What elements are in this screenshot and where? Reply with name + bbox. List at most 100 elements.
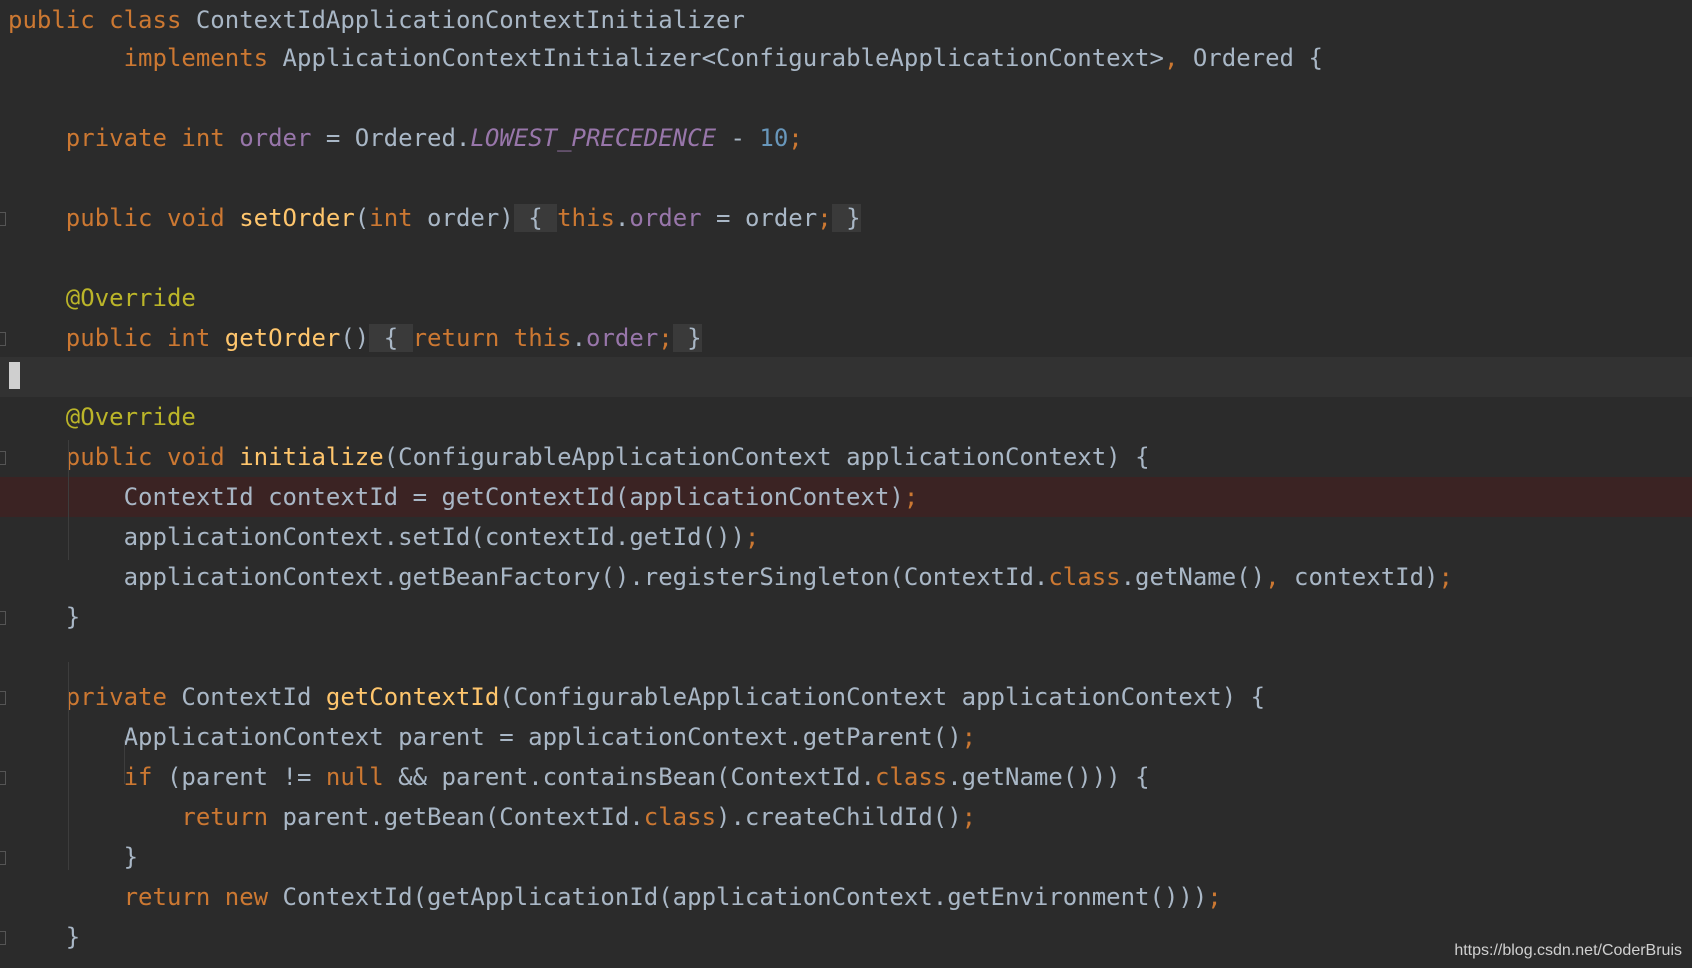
keyword-token: int bbox=[181, 124, 240, 152]
code-line[interactable] bbox=[0, 158, 1692, 198]
fold-toggle-icon[interactable] bbox=[0, 691, 6, 705]
code-token: } bbox=[8, 843, 139, 871]
keyword-token: class bbox=[874, 763, 948, 791]
code-line[interactable]: ContextId contextId = getContextId(appli… bbox=[0, 477, 1692, 517]
keyword-token: return bbox=[181, 803, 283, 831]
code-token: applicationContext.getBeanFactory().regi… bbox=[8, 563, 1049, 591]
keyword-token: class bbox=[109, 6, 196, 34]
keyword-token: ; bbox=[1207, 883, 1222, 911]
field-token: order bbox=[629, 204, 702, 232]
code-line[interactable]: public void setOrder(int order) { this.o… bbox=[0, 198, 1692, 238]
field-token: order bbox=[586, 324, 659, 352]
code-line[interactable]: ApplicationContext parent = applicationC… bbox=[0, 717, 1692, 757]
keyword-token: ; bbox=[961, 723, 977, 751]
fold-toggle-icon[interactable] bbox=[0, 332, 6, 346]
code-line[interactable]: implements ApplicationContextInitializer… bbox=[0, 38, 1692, 78]
code-token: && parent.containsBean(ContextId. bbox=[398, 763, 875, 791]
code-line[interactable]: @Override bbox=[0, 278, 1692, 318]
fold-toggle-icon[interactable] bbox=[0, 851, 6, 865]
code-line[interactable]: @Override bbox=[0, 397, 1692, 437]
annotation-token: @Override bbox=[65, 284, 196, 312]
folded-region-token[interactable]: { bbox=[369, 324, 413, 352]
keyword-token: public bbox=[65, 324, 167, 352]
code-line-text: public void initialize(ConfigurableAppli… bbox=[8, 437, 1150, 477]
fold-toggle-icon[interactable] bbox=[0, 212, 6, 226]
fold-toggle-icon[interactable] bbox=[0, 931, 6, 945]
code-line[interactable]: applicationContext.getBeanFactory().regi… bbox=[0, 557, 1692, 597]
keyword-token: ; bbox=[817, 204, 832, 232]
code-line-text: applicationContext.getBeanFactory().regi… bbox=[8, 557, 1453, 597]
code-line[interactable]: private int order = Ordered.LOWEST_PRECE… bbox=[0, 118, 1692, 158]
keyword-token: class bbox=[1048, 563, 1121, 591]
keyword-token: implements bbox=[123, 44, 283, 72]
folded-region-token[interactable]: } bbox=[831, 204, 861, 232]
code-line[interactable]: if (parent != null && parent.containsBea… bbox=[0, 757, 1692, 797]
code-line[interactable]: applicationContext.setId(contextId.getId… bbox=[0, 517, 1692, 557]
code-token: (ConfigurableApplicationContext applicat… bbox=[383, 443, 1150, 471]
code-line[interactable]: } bbox=[0, 917, 1692, 957]
code-line-text: public void setOrder(int order) { this.o… bbox=[8, 198, 861, 238]
code-token: = Ordered. bbox=[311, 124, 471, 152]
code-line[interactable] bbox=[0, 78, 1692, 118]
method-name-token: initialize bbox=[239, 443, 384, 471]
code-line[interactable]: } bbox=[0, 597, 1692, 637]
code-line-text: @Override bbox=[8, 278, 196, 318]
code-line[interactable] bbox=[0, 357, 1692, 397]
keyword-token: return new bbox=[123, 883, 283, 911]
code-token: (parent != bbox=[166, 763, 326, 791]
keyword-token: null bbox=[325, 763, 399, 791]
code-line[interactable]: return parent.getBean(ContextId.class).c… bbox=[0, 797, 1692, 837]
code-line[interactable]: public int getOrder() { return this.orde… bbox=[0, 318, 1692, 358]
keyword-token: , bbox=[1265, 563, 1294, 591]
code-line[interactable] bbox=[0, 238, 1692, 278]
keyword-token: ; bbox=[744, 523, 760, 551]
code-editor[interactable]: public class ContextIdApplicationContext… bbox=[0, 0, 1692, 968]
keyword-token: ; bbox=[903, 483, 919, 511]
keyword-token: void bbox=[166, 443, 240, 471]
keyword-token: ; bbox=[961, 803, 977, 831]
keyword-token: this bbox=[513, 324, 572, 352]
code-line[interactable]: return new ContextId(getApplicationId(ap… bbox=[0, 877, 1692, 917]
code-line[interactable]: public void initialize(ConfigurableAppli… bbox=[0, 437, 1692, 477]
code-line-text: ApplicationContext parent = applicationC… bbox=[8, 717, 977, 757]
code-line-text: public int getOrder() { return this.orde… bbox=[8, 318, 702, 358]
code-line-text: applicationContext.setId(contextId.getId… bbox=[8, 517, 760, 557]
fold-toggle-icon[interactable] bbox=[0, 451, 6, 465]
keyword-token: void bbox=[166, 204, 240, 232]
keyword-token: ; bbox=[658, 324, 673, 352]
code-line[interactable]: } bbox=[0, 837, 1692, 877]
watermark: https://blog.csdn.net/CoderBruis bbox=[1454, 942, 1682, 959]
code-line-text: private ContextId getContextId(Configura… bbox=[8, 677, 1265, 717]
number-token: 10 bbox=[759, 124, 789, 152]
code-token: = order bbox=[701, 204, 818, 232]
code-line[interactable] bbox=[0, 637, 1692, 677]
keyword-token: public bbox=[8, 6, 110, 34]
code-token: } bbox=[8, 603, 81, 631]
keyword-token: return bbox=[412, 324, 514, 352]
code-token: order) bbox=[427, 204, 514, 232]
code-token: Ordered { bbox=[1192, 44, 1323, 72]
indent-guide bbox=[68, 440, 69, 560]
code-line-text: return parent.getBean(ContextId.class).c… bbox=[8, 797, 976, 837]
code-token: ( bbox=[354, 204, 370, 232]
fold-toggle-icon[interactable] bbox=[0, 771, 6, 785]
code-line-text: } bbox=[8, 837, 138, 877]
method-name-token: getContextId bbox=[325, 683, 500, 711]
folded-region-token[interactable]: } bbox=[672, 324, 702, 352]
code-token: ).createChildId() bbox=[716, 803, 962, 831]
code-token: (ConfigurableApplicationContext applicat… bbox=[499, 683, 1266, 711]
fold-toggle-icon[interactable] bbox=[0, 611, 6, 625]
code-line[interactable]: private ContextId getContextId(Configura… bbox=[0, 677, 1692, 717]
folded-region-token[interactable]: { bbox=[513, 204, 558, 232]
text-caret bbox=[9, 362, 20, 389]
keyword-token: int bbox=[166, 324, 225, 352]
code-line[interactable]: public class ContextIdApplicationContext… bbox=[0, 0, 1692, 40]
code-token: - bbox=[716, 124, 760, 152]
